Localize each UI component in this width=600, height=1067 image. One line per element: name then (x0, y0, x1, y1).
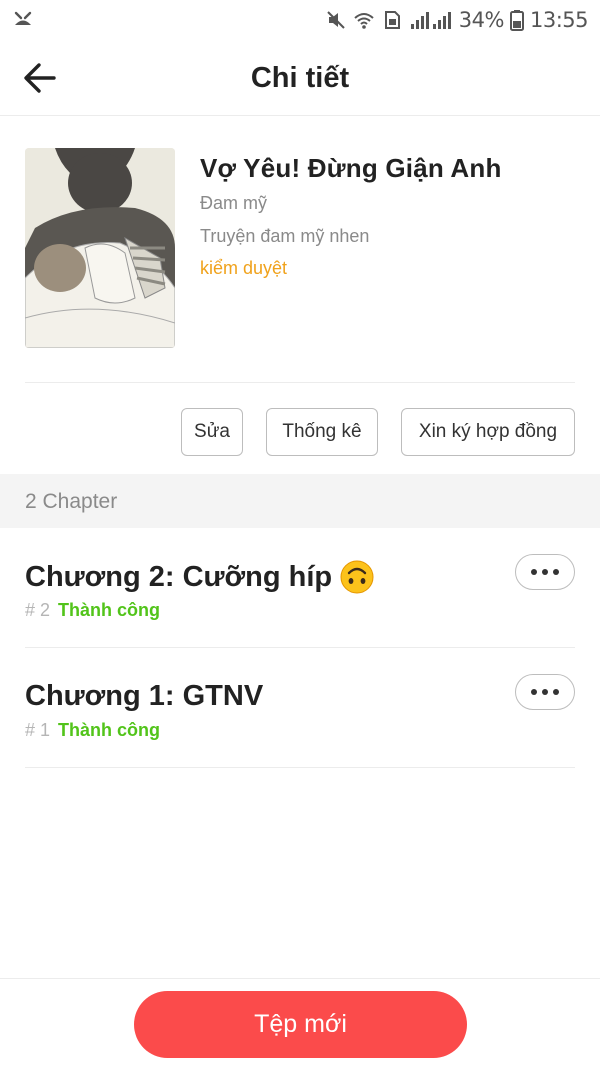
battery-icon (509, 10, 524, 31)
app-header: Chi tiết (0, 40, 600, 116)
chapter-more-button[interactable] (515, 554, 575, 590)
edit-button[interactable]: Sửa (181, 408, 243, 456)
chapter-count: 2 Chapter (25, 490, 118, 513)
status-icons: 34% 13:55 (325, 6, 589, 34)
story-description: Truyện đam mỹ nhen (200, 226, 370, 246)
page-title: Chi tiết (250, 62, 350, 94)
request-contract-button[interactable]: Xin ký hợp đồng (401, 408, 575, 456)
chapter-meta: # 1 Thành công (25, 720, 160, 741)
new-chapter-button[interactable]: Tệp mới (134, 991, 467, 1058)
more-dots-icon (531, 569, 559, 575)
battery-percent: 34% (458, 8, 505, 32)
cover-illustration (25, 148, 175, 348)
chapter-number: # 1 (25, 720, 51, 740)
chapter-status: Thành công (58, 600, 161, 620)
story-title: Vợ Yêu! Đừng Giận Anh (200, 153, 502, 183)
chapter-row[interactable]: Chương 2: Cưỡng híp # 2 Thành công (25, 528, 575, 648)
clock: 13:55 (529, 8, 589, 32)
chapter-status: Thành công (58, 720, 161, 740)
status-bar: 34% 13:55 (0, 0, 600, 40)
chapter-more-button[interactable] (515, 674, 575, 710)
chapter-number: # 2 (25, 600, 51, 620)
story-cover[interactable] (25, 148, 175, 348)
more-dots-icon (531, 689, 559, 695)
chapter-row[interactable]: Chương 1: GTNV # 1 Thành công (25, 648, 575, 768)
review-status: kiểm duyệt (200, 258, 288, 278)
story-genre: Đam mỹ (200, 193, 267, 213)
chapter-section-header: 2 Chapter (0, 474, 600, 528)
chapter-title: Chương 1: GTNV (25, 680, 264, 712)
chapter-title-wrap: Chương 1: GTNV (25, 680, 263, 713)
chapter-title-wrap: Chương 2: Cưỡng híp (25, 560, 374, 594)
mute-icon (327, 11, 345, 29)
signal-icon (410, 12, 451, 29)
chapter-title: Chương 2: Cưỡng híp (25, 560, 333, 593)
chapter-meta: # 2 Thành công (25, 600, 160, 621)
stats-button[interactable]: Thống kê (266, 408, 378, 456)
upside-down-face-icon (340, 560, 374, 594)
bottom-bar: Tệp mới (0, 978, 600, 1067)
sim-icon (384, 11, 400, 29)
divider (25, 382, 575, 383)
wifi-icon (354, 13, 374, 29)
notification-icon (14, 11, 32, 25)
